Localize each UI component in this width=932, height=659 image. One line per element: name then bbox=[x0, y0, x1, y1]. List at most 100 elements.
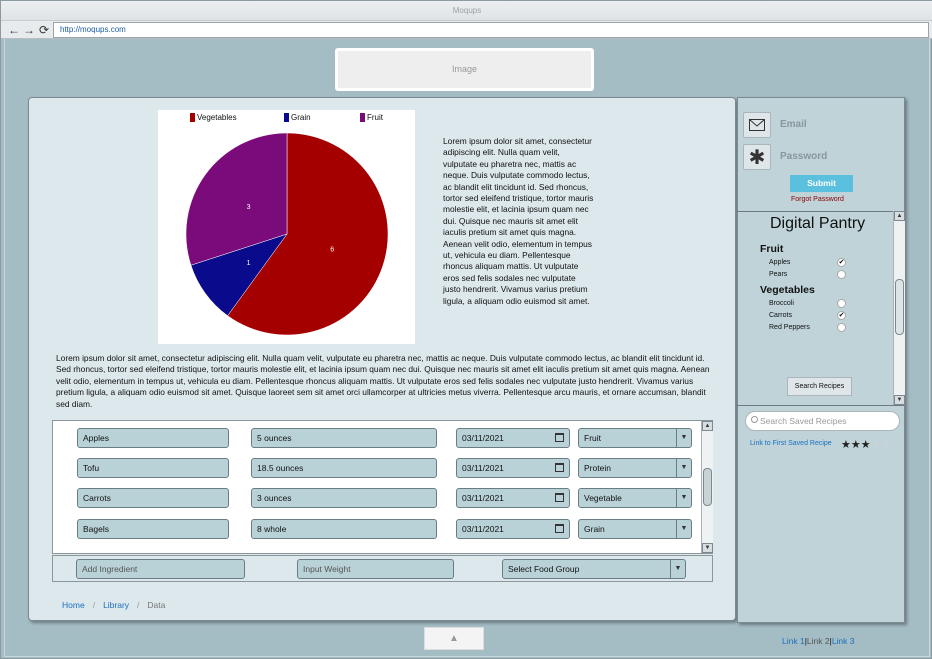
food-group-dropdown-value: Protein bbox=[584, 463, 611, 473]
breadcrumb-data: Data bbox=[147, 600, 166, 610]
chevron-down-icon[interactable]: ▼ bbox=[676, 429, 691, 447]
breadcrumb-home[interactable]: Home bbox=[62, 600, 85, 610]
password-field[interactable]: Password bbox=[780, 151, 827, 162]
scroll-down-icon[interactable]: ▼ bbox=[702, 543, 713, 553]
email-field[interactable]: Email bbox=[780, 119, 807, 130]
ingredient-date-field[interactable]: 03/11/2021 bbox=[456, 428, 570, 448]
footer-link[interactable]: Link 1 bbox=[782, 636, 805, 646]
chevron-down-icon[interactable]: ▼ bbox=[676, 489, 691, 507]
asterisk-icon: ✱ bbox=[743, 144, 771, 170]
ingredient-weight-field[interactable]: 8 whole bbox=[251, 519, 437, 539]
image-icon: ▲ bbox=[424, 627, 484, 650]
ingredient-weight-field[interactable]: 3 ounces bbox=[251, 488, 437, 508]
first-saved-recipe-link[interactable]: Link to First Saved Recipe bbox=[750, 440, 832, 447]
food-group-select-label: Select Food Group bbox=[508, 564, 580, 574]
ingredient-date-field-value: 03/11/2021 bbox=[462, 463, 504, 473]
pie-data-label: 6 bbox=[330, 247, 334, 254]
star-empty-icon[interactable]: ★ bbox=[871, 439, 881, 451]
calendar-icon[interactable] bbox=[555, 433, 564, 442]
pie-data-label: 3 bbox=[247, 204, 251, 211]
checked-icon[interactable]: ✔ bbox=[837, 258, 846, 267]
food-group-dropdown-value: Fruit bbox=[584, 433, 601, 443]
footer-link[interactable]: Link 2 bbox=[807, 636, 830, 646]
ingredient-weight-field-value: 5 ounces bbox=[257, 433, 292, 443]
food-group-dropdown[interactable]: Protein ▼ bbox=[578, 458, 692, 478]
pantry-item-label: Carrots bbox=[769, 312, 792, 319]
breadcrumb-separator: / bbox=[92, 600, 96, 610]
pantry-scrollbar[interactable]: ▲ ▼ bbox=[893, 211, 905, 405]
breadcrumb-library[interactable]: Library bbox=[103, 600, 129, 610]
ingredient-name-field-value: Apples bbox=[83, 433, 109, 443]
header-image-label: Image bbox=[338, 51, 591, 88]
star-filled-icon[interactable]: ★ bbox=[841, 439, 851, 451]
table-scrollbar[interactable]: ▲ ▼ bbox=[701, 421, 713, 553]
pantry-item-label: Broccoli bbox=[769, 300, 794, 307]
pantry-item-label: Apples bbox=[769, 259, 791, 266]
pie-chart-svg: 6 1 3 bbox=[185, 132, 389, 336]
submit-button[interactable]: Submit bbox=[790, 175, 853, 192]
scroll-down-icon[interactable]: ▼ bbox=[894, 395, 905, 405]
input-weight-field[interactable]: Input Weight bbox=[297, 559, 454, 579]
forgot-password-link[interactable]: Forgot Password bbox=[791, 196, 844, 203]
pantry-item-label: Red Peppers bbox=[769, 324, 810, 331]
url-bar[interactable]: http://moqups.com bbox=[53, 22, 929, 38]
breadcrumb-separator: / bbox=[137, 600, 140, 610]
ingredient-date-field[interactable]: 03/11/2021 bbox=[456, 458, 570, 478]
envelope-icon bbox=[743, 112, 771, 138]
chevron-down-icon[interactable]: ▼ bbox=[676, 459, 691, 477]
star-filled-icon[interactable]: ★ bbox=[861, 439, 871, 451]
star-filled-icon[interactable]: ★ bbox=[851, 439, 861, 451]
scroll-thumb[interactable] bbox=[895, 279, 904, 335]
scroll-up-icon[interactable]: ▲ bbox=[894, 211, 905, 221]
reload-icon[interactable]: ⟳ bbox=[38, 23, 50, 37]
ingredient-date-field-value: 03/11/2021 bbox=[462, 524, 504, 534]
food-group-dropdown-value: Vegetable bbox=[584, 493, 622, 503]
window-title: Moqups bbox=[1, 1, 932, 21]
mountain-icon: ▲ bbox=[449, 633, 459, 644]
ingredient-name-field[interactable]: Bagels bbox=[77, 519, 229, 539]
ingredient-name-field[interactable]: Carrots bbox=[77, 488, 229, 508]
pie-chart: Vegetables Grain Fruit 613 bbox=[158, 110, 415, 344]
ingredient-name-field-value: Carrots bbox=[83, 493, 111, 503]
scroll-up-icon[interactable]: ▲ bbox=[702, 421, 713, 431]
ingredient-weight-field-value: 3 ounces bbox=[257, 493, 292, 503]
search-recipes-button[interactable]: Search Recipes bbox=[787, 377, 852, 396]
ingredient-weight-field[interactable]: 18.5 ounces bbox=[251, 458, 437, 478]
header-image: Image bbox=[335, 48, 594, 91]
ingredient-date-field-value: 03/11/2021 bbox=[462, 493, 504, 503]
chevron-down-icon[interactable]: ▼ bbox=[676, 520, 691, 538]
unchecked-icon[interactable] bbox=[837, 323, 846, 332]
back-icon[interactable]: ← bbox=[8, 23, 20, 37]
unchecked-icon[interactable] bbox=[837, 299, 846, 308]
ingredient-name-field-value: Tofu bbox=[83, 463, 100, 473]
food-group-dropdown[interactable]: Vegetable ▼ bbox=[578, 488, 692, 508]
breadcrumb: Home / Library / Data bbox=[62, 600, 165, 610]
scroll-thumb[interactable] bbox=[703, 468, 712, 506]
ingredient-name-field[interactable]: Apples bbox=[77, 428, 229, 448]
food-group-dropdown[interactable]: Grain ▼ bbox=[578, 519, 692, 539]
add-ingredient-input[interactable]: Add Ingredient bbox=[76, 559, 245, 579]
star-empty-icon[interactable]: ★ bbox=[881, 439, 891, 451]
ingredient-name-field[interactable]: Tofu bbox=[77, 458, 229, 478]
food-group-select[interactable]: Select Food Group ▼ bbox=[502, 559, 686, 579]
calendar-icon[interactable] bbox=[555, 524, 564, 533]
pantry-category: Fruit bbox=[760, 243, 784, 255]
side-text: Lorem ipsum dolor sit amet, consectetur … bbox=[443, 136, 594, 306]
chevron-down-icon[interactable]: ▼ bbox=[670, 560, 685, 578]
ingredient-weight-field[interactable]: 5 ounces bbox=[251, 428, 437, 448]
unchecked-icon[interactable] bbox=[837, 270, 846, 279]
footer-links: Link 1|Link 2|Link 3 bbox=[782, 636, 855, 646]
pantry-title: Digital Pantry bbox=[770, 215, 866, 232]
ingredient-date-field[interactable]: 03/11/2021 bbox=[456, 519, 570, 539]
ingredient-name-field-value: Bagels bbox=[83, 524, 109, 534]
calendar-icon[interactable] bbox=[555, 463, 564, 472]
search-saved-recipes-input[interactable]: Search Saved Recipes bbox=[745, 411, 900, 431]
forward-icon[interactable]: → bbox=[23, 23, 35, 37]
food-group-dropdown[interactable]: Fruit ▼ bbox=[578, 428, 692, 448]
calendar-icon[interactable] bbox=[555, 493, 564, 502]
star-rating[interactable]: ★★★★★ bbox=[841, 438, 890, 451]
checked-icon[interactable]: ✔ bbox=[837, 311, 846, 320]
footer-link[interactable]: Link 3 bbox=[832, 636, 855, 646]
ingredient-date-field[interactable]: 03/11/2021 bbox=[456, 488, 570, 508]
add-ingredient-row: Add Ingredient Input Weight Select Food … bbox=[52, 555, 713, 582]
